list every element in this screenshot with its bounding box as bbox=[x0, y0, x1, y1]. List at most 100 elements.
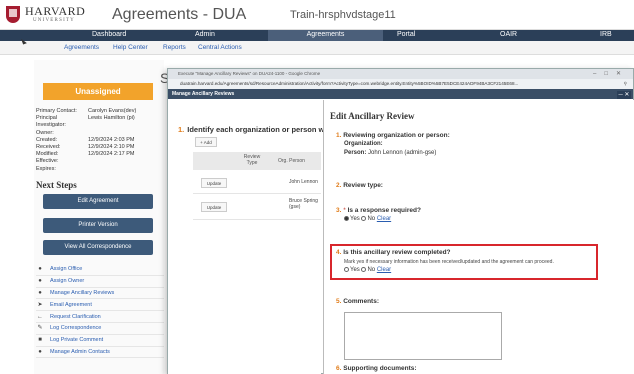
nav-oair[interactable]: OAIR bbox=[500, 31, 517, 38]
printer-version-button[interactable]: Printer Version bbox=[43, 218, 153, 233]
harvard-shield-logo bbox=[6, 6, 20, 23]
q-number: 2. bbox=[336, 182, 342, 189]
meta-value: 12/9/2024 2:03 PM bbox=[88, 136, 135, 143]
row-person: Bruce Spring (gse) bbox=[289, 198, 318, 210]
nav-irb[interactable]: IRB bbox=[600, 31, 612, 38]
q3-options: Yes No Clear bbox=[344, 216, 391, 222]
action-label: Email Agreement bbox=[50, 301, 92, 308]
question-5: 5. Comments: bbox=[336, 298, 379, 305]
next-steps-heading: Next Steps bbox=[36, 180, 77, 190]
window-titlebar: Execute "Manage Ancillary Reviews" on DU… bbox=[168, 69, 633, 79]
q1-person-row: Person: John Lennon (admin-gse) bbox=[344, 150, 436, 156]
arrow-left-icon: ← bbox=[37, 313, 43, 320]
reviews-table-header: Review Type Org. Person bbox=[193, 152, 321, 170]
q1-person-label: Person: bbox=[344, 150, 367, 156]
action-label: Log Correspondence bbox=[50, 325, 102, 332]
edit-agreement-button[interactable]: Edit Agreement bbox=[43, 194, 153, 209]
people-icon: ● bbox=[38, 348, 42, 355]
q-text: Comments: bbox=[343, 298, 379, 305]
meta-key: Principal Investigator: bbox=[36, 115, 66, 129]
subnav-agreements[interactable]: Agreements bbox=[64, 44, 99, 51]
nav-dashboard[interactable]: Dashboard bbox=[92, 31, 126, 38]
action-label: Assign Owner bbox=[50, 278, 85, 285]
action-label: Manage Ancillary Reviews bbox=[50, 289, 115, 296]
action-log-correspondence[interactable]: ✎ Log Correspondence bbox=[36, 323, 164, 335]
radio-no[interactable] bbox=[361, 216, 367, 221]
meta-value: Carolyn Evans(dev) bbox=[88, 108, 137, 114]
window-title: Execute "Manage Ancillary Reviews" on DU… bbox=[178, 71, 321, 76]
university-wordmark: HARVARD UNIVERSITY bbox=[25, 5, 85, 23]
q-number: 1. bbox=[336, 132, 342, 139]
update-button[interactable]: Update bbox=[201, 178, 227, 188]
meta-value: Lewis Hamilton (pi) bbox=[88, 115, 135, 122]
actions-list: ● Assign Office ● Assign Owner ● Manage Anc… bbox=[36, 264, 164, 359]
meta-value: 12/9/2024 2:17 PM bbox=[88, 151, 135, 158]
radio-yes[interactable] bbox=[344, 267, 349, 272]
radio-yes-label: Yes bbox=[350, 216, 360, 223]
action-label: Log Private Comment bbox=[50, 337, 104, 344]
col-org-person: Org. Person bbox=[278, 158, 305, 164]
address-url: duatrain.harvard.edu/Agreements/sd/Resou… bbox=[180, 81, 519, 86]
zoom-icon[interactable]: ⚲ bbox=[624, 79, 627, 89]
action-label: Assign Office bbox=[50, 266, 83, 273]
nav-agreements[interactable]: Agreements bbox=[268, 30, 383, 41]
question-4: 4. Is this ancillary review completed? bbox=[336, 249, 451, 256]
address-bar[interactable]: duatrain.harvard.edu/Agreements/sd/Resou… bbox=[168, 79, 633, 89]
action-manage-ancillary-reviews[interactable]: ● Manage Ancillary Reviews bbox=[36, 288, 164, 300]
agreement-meta: Primary Contact: Carolyn Evans(dev) Princ… bbox=[36, 108, 166, 173]
question-6: 6. Supporting documents: bbox=[336, 365, 417, 372]
view-all-correspondence-button[interactable]: View All Correspondence bbox=[43, 240, 153, 255]
action-manage-admin-contacts[interactable]: ● Manage Admin Contacts bbox=[36, 347, 164, 359]
action-label: Manage Admin Contacts bbox=[50, 348, 110, 355]
close-icon[interactable]: ─ ✕ bbox=[617, 91, 631, 99]
radio-no[interactable] bbox=[361, 267, 367, 272]
row-person: John Lennon bbox=[289, 179, 318, 185]
subnav-help-center[interactable]: Help Center bbox=[113, 44, 148, 51]
question-3: 3. * Is a response required? bbox=[336, 207, 421, 214]
action-assign-owner[interactable]: ● Assign Owner bbox=[36, 276, 164, 288]
dialog-title: Edit Ancillary Review bbox=[330, 111, 415, 121]
q-text: Review type: bbox=[343, 182, 383, 189]
q-text: Is a response required? bbox=[347, 207, 421, 214]
col-review-type: Review Type bbox=[243, 154, 261, 166]
edit-ancillary-review-dialog: ─ ✕ Edit Ancillary Review 1. Reviewing o… bbox=[323, 91, 634, 374]
identify-question: 1. Identify each organization or person w… bbox=[178, 125, 326, 134]
radio-yes[interactable] bbox=[344, 216, 349, 221]
q-number: 3. bbox=[336, 207, 342, 214]
app-title: Agreements - DUA bbox=[112, 6, 247, 23]
comments-textarea[interactable] bbox=[344, 312, 502, 360]
update-button[interactable]: Update bbox=[201, 202, 227, 212]
nav-admin[interactable]: Admin bbox=[195, 31, 215, 38]
q-number: 5. bbox=[336, 298, 342, 305]
q-text: Is this ancillary review completed? bbox=[343, 249, 451, 256]
subnav-central-actions[interactable]: Central Actions bbox=[198, 44, 242, 51]
nav-portal[interactable]: Portal bbox=[397, 31, 415, 38]
q-text: Supporting documents: bbox=[343, 365, 417, 372]
university-sub: UNIVERSITY bbox=[33, 18, 75, 23]
q-text: Reviewing organization or person: bbox=[343, 132, 450, 139]
action-log-private-comment[interactable]: ■ Log Private Comment bbox=[36, 335, 164, 347]
comment-icon: ■ bbox=[38, 337, 42, 344]
add-button[interactable]: + Add bbox=[195, 137, 217, 147]
action-assign-office[interactable]: ● Assign Office bbox=[36, 264, 164, 276]
manage-ancillary-bar: Manage Ancillary Reviews bbox=[168, 89, 633, 99]
q-number: 6. bbox=[336, 365, 342, 372]
app-header: HARVARD UNIVERSITY Agreements - DUA Trai… bbox=[0, 0, 634, 30]
browser-popup-window: Execute "Manage Ancillary Reviews" on DU… bbox=[167, 68, 634, 374]
radio-no-label: No bbox=[367, 216, 376, 223]
people-icon: ● bbox=[38, 289, 42, 296]
person-icon: ● bbox=[38, 278, 42, 285]
subnav-reports[interactable]: Reports bbox=[163, 44, 186, 51]
action-request-clarification[interactable]: ← Request Clarification bbox=[36, 311, 164, 323]
clear-link[interactable]: Clear bbox=[377, 267, 391, 273]
table-row: Update Bruce Spring (gse) bbox=[193, 194, 321, 220]
window-controls[interactable]: –□✕ bbox=[593, 69, 629, 79]
meta-key: Modified: bbox=[36, 151, 59, 158]
clear-link[interactable]: Clear bbox=[377, 216, 391, 222]
edit-icon: ✎ bbox=[37, 325, 43, 332]
action-email-agreement[interactable]: ➤ Email Agreement bbox=[36, 299, 164, 312]
sub-nav: Agreements Help Center Reports Central A… bbox=[0, 41, 634, 55]
meta-key: Owner: bbox=[36, 129, 54, 136]
store-name: Train-hrsphvdstage11 bbox=[290, 9, 396, 21]
q1-person-value: John Lennon (admin-gse) bbox=[368, 150, 437, 156]
